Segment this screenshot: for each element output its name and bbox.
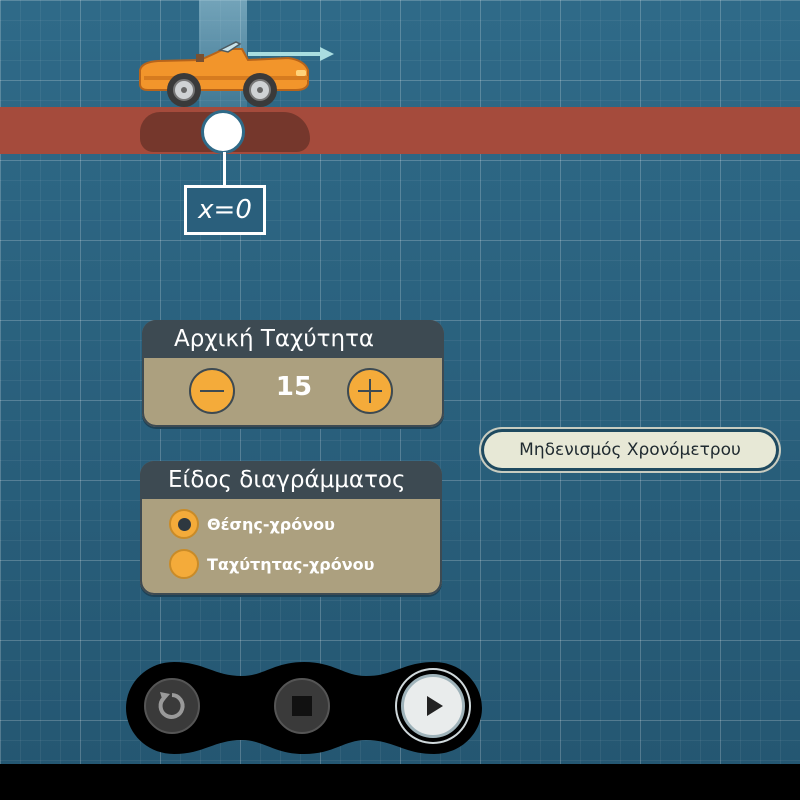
reset-timer-button[interactable]: Μηδενισμός Χρονόμετρου <box>484 432 776 468</box>
radio-button[interactable] <box>169 549 199 579</box>
stop-button[interactable] <box>274 678 330 734</box>
road <box>0 107 800 154</box>
speed-value: 15 <box>275 372 313 402</box>
initial-speed-title: Αρχική Ταχύτητα <box>142 320 444 358</box>
restart-button[interactable] <box>144 678 200 734</box>
chart-type-body: Θέσης-χρόνου Ταχύτητας-χρόνου <box>140 499 442 595</box>
play-button[interactable] <box>401 674 465 738</box>
radio-position-time[interactable]: Θέσης-χρόνου <box>169 509 335 539</box>
radio-velocity-time[interactable]: Ταχύτητας-χρόνου <box>169 549 374 579</box>
position-marker-handle[interactable] <box>201 110 245 154</box>
increase-speed-button[interactable] <box>347 368 393 414</box>
velocity-arrow-icon <box>248 47 334 61</box>
plus-icon <box>358 379 382 403</box>
stop-icon <box>292 696 312 716</box>
radio-label-velocity-time: Ταχύτητας-χρόνου <box>207 554 375 574</box>
radio-label-position-time: Θέσης-χρόνου <box>207 514 335 534</box>
restart-icon <box>158 692 185 719</box>
initial-speed-body: 15 <box>142 358 444 427</box>
radio-button-selected[interactable] <box>169 509 199 539</box>
chart-type-title: Είδος διαγράμματος <box>140 461 442 499</box>
position-label: x=0 <box>184 185 266 235</box>
minus-icon <box>200 390 224 392</box>
radio-dot <box>177 517 191 531</box>
decrease-speed-button[interactable] <box>189 368 235 414</box>
chart-type-panel: Είδος διαγράμματος Θέσης-χρόνου Ταχύτητα… <box>140 461 442 595</box>
play-icon <box>427 696 443 716</box>
marker-line <box>223 152 226 186</box>
bottom-bar <box>0 764 800 800</box>
initial-speed-panel: Αρχική Ταχύτητα 15 <box>142 320 444 427</box>
